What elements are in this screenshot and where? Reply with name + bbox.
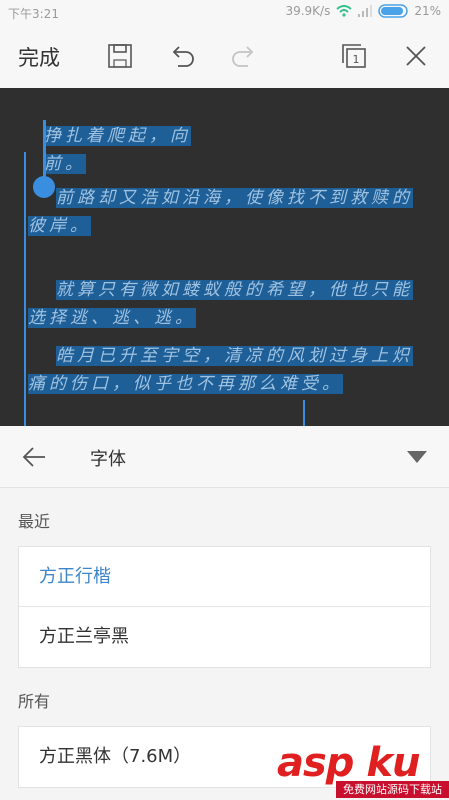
selection-handle-stem (43, 120, 46, 180)
paragraph[interactable]: 皓月已升至宇空，清凉的风划过身上炽痛的伤口，似乎也不再那么难受。 (28, 342, 428, 398)
signal-icon (358, 5, 373, 17)
network-speed: 39.9K/s (285, 4, 331, 18)
paragraph[interactable]: 前路却又浩如沿海，使像找不到救赎的彼岸。 (28, 184, 428, 240)
paragraph[interactable]: 挣扎着爬起，向前。 (44, 122, 224, 178)
editor-toolbar: 完成 1 (0, 24, 449, 88)
undo-icon[interactable] (166, 40, 198, 72)
done-button[interactable]: 完成 (18, 42, 60, 72)
font-panel-title: 字体 (90, 449, 126, 470)
svg-text:1: 1 (353, 53, 360, 66)
status-time: 下午3:21 (8, 7, 59, 21)
watermark-caption: 免费网站源码下载站 (336, 781, 449, 798)
watermark-text: asp ku (277, 740, 420, 786)
font-panel-header: 字体 (0, 426, 449, 488)
all-section-label: 所有 (18, 692, 51, 711)
battery-icon (378, 4, 409, 18)
selection-start-handle[interactable] (33, 176, 55, 198)
document-editor[interactable]: 挣扎着爬起，向前。 前路却又浩如沿海，使像找不到救赎的彼岸。 就算只有微如蝼蚁般… (0, 88, 449, 426)
paragraph-text: 就算只有微如蝼蚁般的希望，他也只能选择逃、逃、逃。 (28, 280, 413, 328)
battery-level: 21% (414, 4, 441, 18)
save-icon[interactable] (104, 40, 136, 72)
recent-section-label: 最近 (18, 512, 51, 531)
page-count-icon[interactable]: 1 (338, 40, 370, 72)
selection-start-line (24, 152, 26, 426)
redo-icon[interactable] (228, 40, 260, 72)
paragraph[interactable]: 就算只有微如蝼蚁般的希望，他也只能选择逃、逃、逃。 (28, 276, 428, 332)
status-indicators: 39.9K/s 21% (285, 4, 441, 18)
selection-end-cursor[interactable] (303, 400, 305, 426)
font-item-fangzheng-xingkai[interactable]: 方正行楷 (19, 547, 430, 607)
paragraph-text: 皓月已升至宇空，清凉的风划过身上炽痛的伤口，似乎也不再那么难受。 (28, 346, 413, 394)
back-arrow-icon[interactable] (20, 443, 48, 471)
font-item-fangzheng-lantinghei[interactable]: 方正兰亭黑 (19, 607, 430, 667)
recent-font-list: 方正行楷 方正兰亭黑 (18, 546, 431, 668)
status-bar: 下午3:21 39.9K/s 21% (0, 0, 449, 24)
wifi-icon (336, 5, 352, 17)
paragraph-text: 挣扎着爬起，向前。 (44, 126, 191, 174)
close-icon[interactable] (400, 40, 432, 72)
paragraph-text: 前路却又浩如沿海，使像找不到救赎的彼岸。 (28, 188, 413, 236)
chevron-down-icon[interactable] (407, 450, 427, 464)
